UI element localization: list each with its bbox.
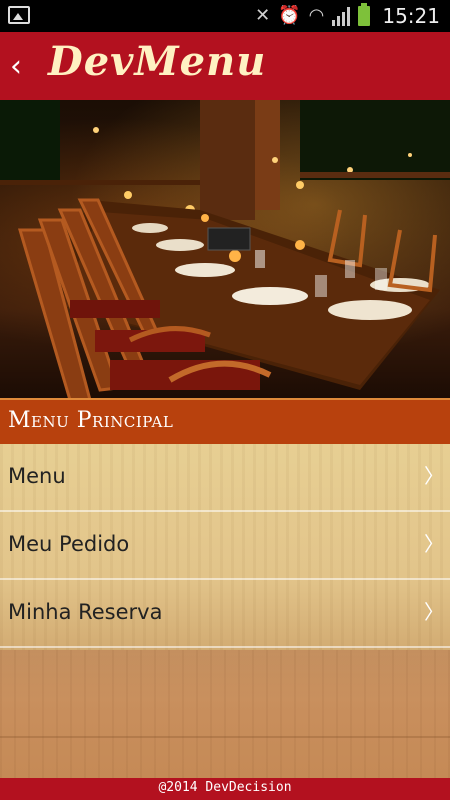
chevron-right-icon: 〉 (424, 600, 444, 624)
battery-icon (358, 3, 371, 26)
chevron-left-icon[interactable]: ‹ (10, 52, 22, 82)
mute-icon: ✕ (255, 5, 271, 26)
status-icons: ✕ ⏰ ◠ 15:21 (255, 3, 440, 28)
section-title: Menu Principal (8, 408, 174, 433)
status-time: 15:21 (382, 4, 440, 28)
app-bar: ‹ DevMenu (0, 32, 450, 100)
chevron-right-icon: 〉 (424, 532, 444, 556)
wifi-icon: ◠ (308, 5, 325, 26)
menu-list: Menu 〉 Meu Pedido 〉 Minha Reserva 〉 (0, 444, 450, 778)
section-header: Menu Principal (0, 398, 450, 444)
list-item-meu-pedido[interactable]: Meu Pedido 〉 (0, 512, 450, 580)
list-item-label: Meu Pedido (8, 532, 130, 556)
app-title: DevMenu (48, 38, 267, 85)
wood-divider (0, 736, 450, 738)
status-bar: ✕ ⏰ ◠ 15:21 (0, 0, 450, 32)
signal-icon (332, 6, 351, 26)
image-icon (8, 6, 30, 24)
chevron-right-icon: 〉 (424, 464, 444, 488)
list-item-menu[interactable]: Menu 〉 (0, 444, 450, 512)
restaurant-photo (0, 100, 450, 398)
list-item-label: Minha Reserva (8, 600, 163, 624)
restaurant-illustration (0, 100, 450, 398)
wood-background (0, 650, 450, 778)
list-item-minha-reserva[interactable]: Minha Reserva 〉 (0, 580, 450, 648)
footer-text: @2014 DevDecision (158, 780, 292, 795)
list-item-label: Menu (8, 464, 66, 488)
footer: @2014 DevDecision (0, 778, 450, 800)
alarm-icon: ⏰ (278, 5, 301, 26)
